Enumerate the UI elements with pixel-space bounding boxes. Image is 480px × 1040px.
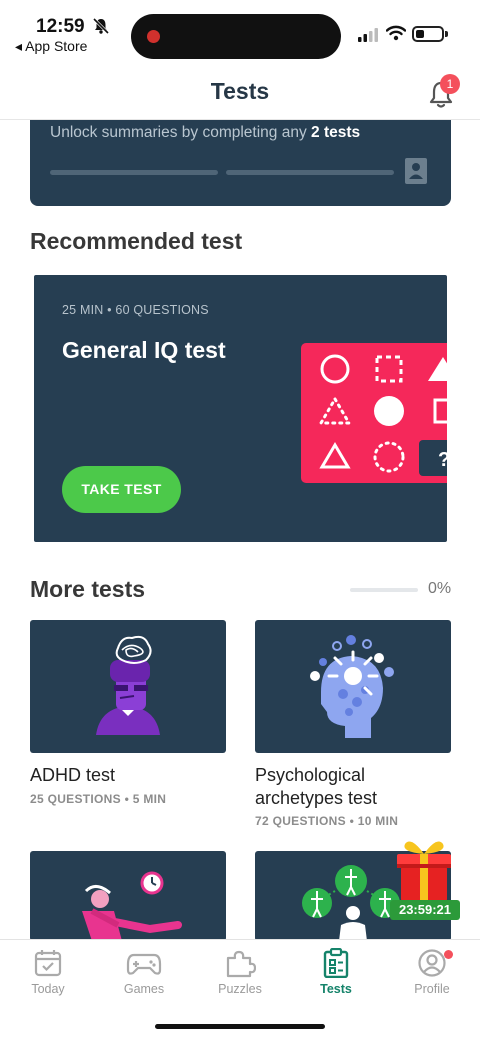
profile-notification-dot: [444, 950, 453, 959]
back-to-app-store[interactable]: ◂ App Store: [15, 38, 87, 55]
tab-profile[interactable]: Profile: [394, 948, 470, 1006]
relaxing-person-illustration: [82, 871, 182, 941]
puzzle-icon: [226, 950, 256, 978]
adhd-test-meta: 25 QUESTIONS • 5 MIN: [30, 792, 167, 806]
battery-icon: [412, 26, 444, 42]
adhd-illustration: [96, 635, 160, 735]
archetypes-test-name[interactable]: Psychological archetypes test: [255, 764, 455, 810]
calendar-icon: [34, 950, 62, 977]
app-header: Tests: [0, 62, 480, 120]
battery-tip: [445, 31, 448, 37]
bell-muted-icon: [92, 17, 110, 35]
relaxation-test-card[interactable]: [30, 851, 226, 941]
adhd-test-name[interactable]: ADHD test: [30, 764, 115, 787]
clipboard-icon: [323, 948, 349, 978]
tab-label-tests: Tests: [320, 982, 352, 996]
dynamic-island: [131, 14, 341, 59]
tab-label-games: Games: [123, 982, 165, 996]
tab-today[interactable]: Today: [10, 948, 86, 1006]
progress-step-2: [226, 170, 394, 175]
tab-label-puzzles: Puzzles: [218, 982, 262, 996]
tab-games[interactable]: Games: [106, 948, 182, 1006]
recording-indicator: [147, 30, 160, 43]
tab-tests[interactable]: Tests: [298, 948, 374, 1006]
summary-locked-icon: [405, 158, 427, 184]
adhd-test-card[interactable]: [30, 620, 226, 753]
tab-label-today: Today: [31, 982, 65, 996]
gamepad-icon: [126, 953, 162, 975]
tab-label-profile: Profile: [414, 982, 450, 996]
home-indicator[interactable]: [155, 1024, 325, 1029]
archetypes-illustration: [310, 635, 394, 738]
notification-badge: 1: [440, 74, 460, 94]
tab-puzzles[interactable]: Puzzles: [202, 948, 278, 1006]
recommended-test-card[interactable]: 25 MIN • 60 QUESTIONS General IQ test TA…: [34, 275, 447, 542]
recommended-test-meta: 25 MIN • 60 QUESTIONS: [62, 303, 209, 317]
iq-shapes-illustration: ?: [301, 343, 447, 483]
unlock-summaries-text: Unlock summaries by completing any 2 tes…: [50, 124, 361, 141]
more-tests-progress-bar: [350, 588, 418, 592]
more-tests-progress-label: 0%: [428, 580, 452, 597]
status-bar: 12:59 ◂ App Store: [0, 0, 480, 62]
psychological-archetypes-test-card[interactable]: [255, 620, 451, 753]
progress-step-1: [50, 170, 218, 175]
status-time: 12:59: [36, 16, 85, 37]
archetypes-test-meta: 72 QUESTIONS • 10 MIN: [255, 814, 399, 828]
gift-box-icon[interactable]: [393, 834, 455, 904]
iq-art-question-mark: ?: [438, 449, 447, 471]
recommended-test-name: General IQ test: [62, 337, 226, 363]
more-tests-section-title: More tests: [30, 576, 146, 602]
wifi-icon: [386, 25, 406, 41]
unlock-summaries-card[interactable]: Unlock summaries by completing any 2 tes…: [30, 120, 451, 206]
gift-countdown-timer: 23:59:21: [390, 900, 460, 920]
profile-icon: [418, 949, 446, 977]
recommended-section-title: Recommended test: [30, 228, 243, 254]
take-test-button[interactable]: TAKE TEST: [62, 466, 181, 513]
page-title: Tests: [210, 78, 270, 104]
cellular-signal-icon: [358, 28, 378, 42]
